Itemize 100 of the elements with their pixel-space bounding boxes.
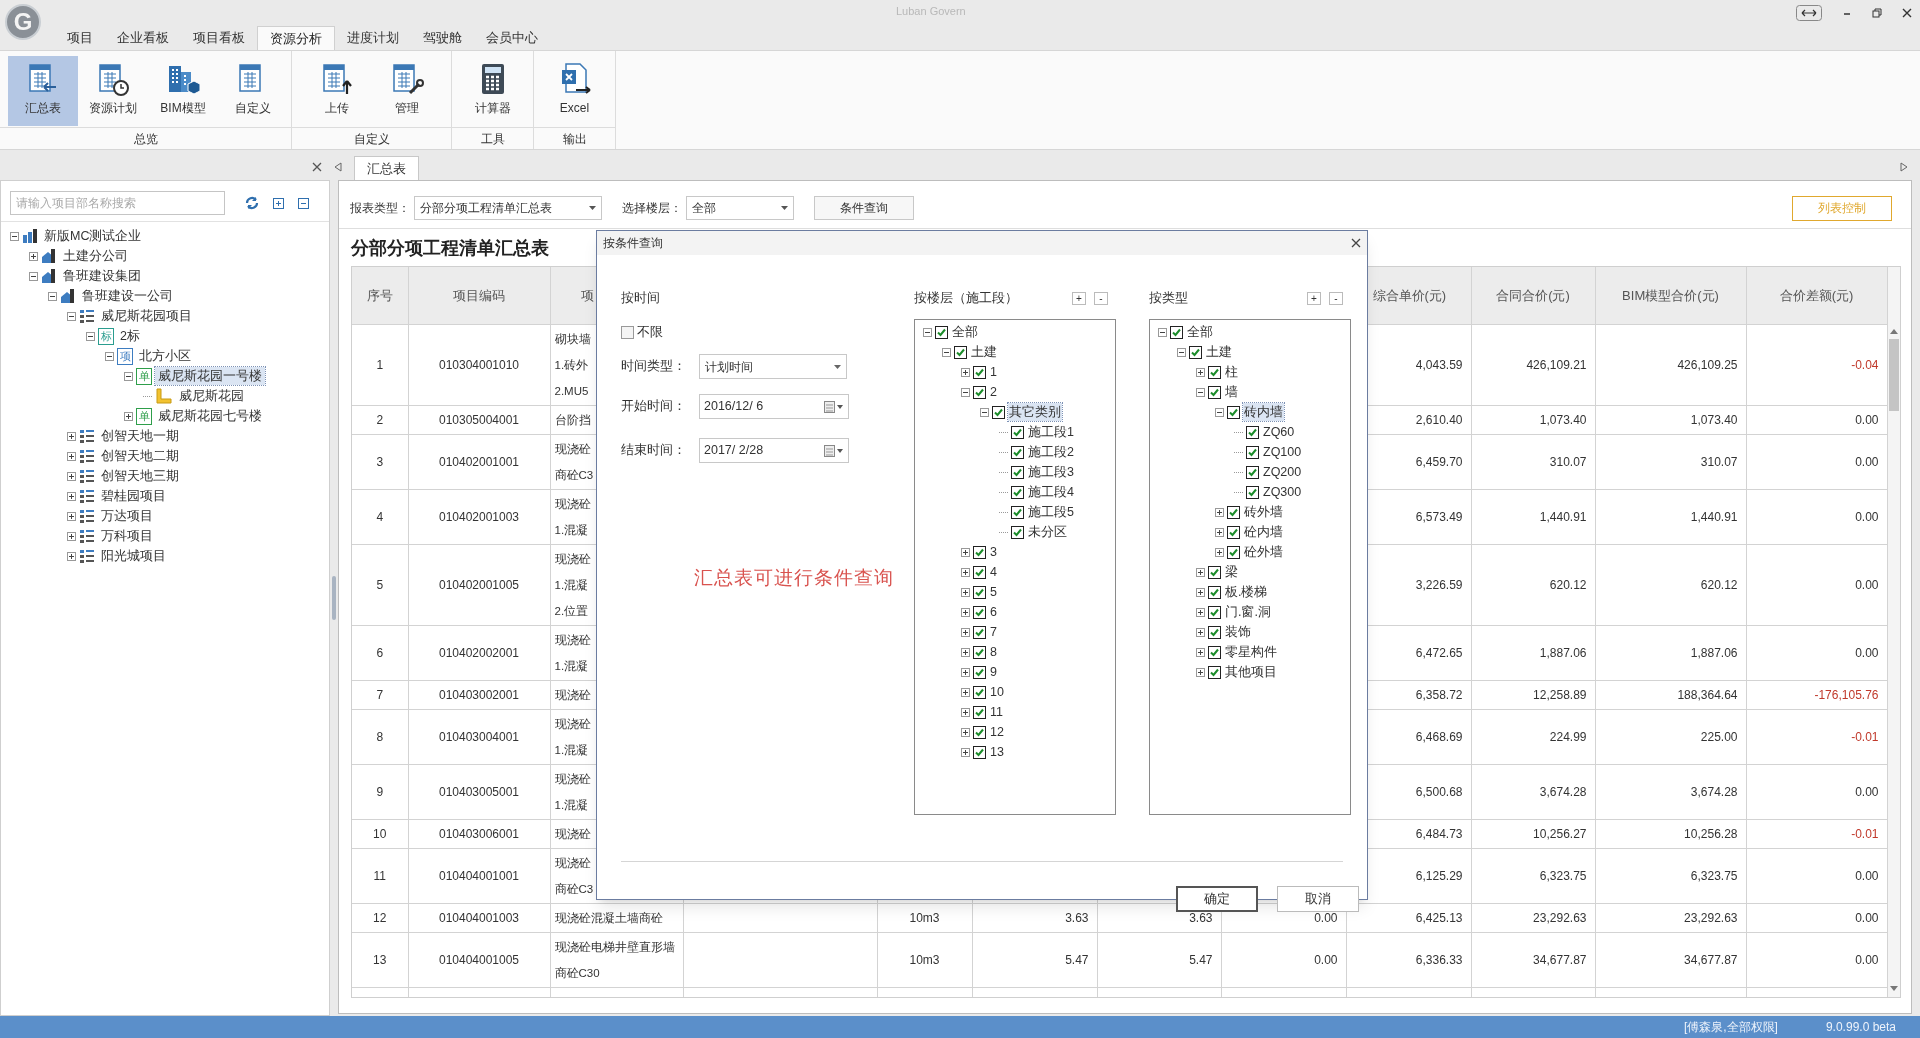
tree-item[interactable]: 土建 <box>1205 342 1233 362</box>
calendar-icon[interactable] <box>824 400 844 413</box>
checkbox[interactable] <box>1011 485 1024 499</box>
tree-item[interactable]: 板.楼梯 <box>1224 582 1269 602</box>
expand-all-icon[interactable] <box>273 197 284 209</box>
expand-icon[interactable] <box>961 727 970 737</box>
tree-item[interactable]: 梁 <box>1224 562 1239 582</box>
ribbon-tab[interactable]: 驾驶舱 <box>411 26 474 50</box>
expand-icon[interactable] <box>67 531 76 541</box>
expand-icon[interactable] <box>67 491 76 501</box>
close-icon[interactable] <box>1351 238 1361 248</box>
tree-item[interactable]: ZQ100 <box>1262 442 1303 462</box>
tree-item[interactable]: 创智天地一期 <box>98 426 182 446</box>
collapse-icon[interactable] <box>942 347 951 357</box>
checkbox[interactable] <box>1208 645 1221 659</box>
tree-item[interactable]: 8 <box>989 642 998 662</box>
tree-item[interactable]: 创智天地三期 <box>98 466 182 486</box>
tree-item[interactable]: 7 <box>989 622 998 642</box>
expand-icon[interactable] <box>1196 627 1205 637</box>
collapse-icon[interactable] <box>1177 347 1186 357</box>
collapse-icon[interactable] <box>1215 407 1224 417</box>
date-field[interactable]: 2017/ 2/28 <box>699 438 849 463</box>
close-icon[interactable] <box>1902 8 1912 18</box>
collapse-all-button[interactable]: - <box>1329 291 1343 305</box>
dialog-button[interactable]: 确定 <box>1176 886 1258 912</box>
tree-item[interactable]: 柱 <box>1224 362 1239 382</box>
checkbox[interactable] <box>1208 385 1221 399</box>
expand-icon[interactable] <box>961 567 970 577</box>
time-type-dropdown[interactable]: 计划时间 <box>699 354 847 379</box>
tree-item[interactable]: 砼外墙 <box>1243 542 1284 562</box>
checkbox[interactable] <box>973 385 986 399</box>
swap-arrows-icon[interactable] <box>1796 5 1822 21</box>
query-button[interactable]: 条件查询 <box>814 196 914 220</box>
tree-item[interactable]: 施工段5 <box>1027 502 1075 522</box>
ribbon-tab[interactable]: 项目 <box>55 26 105 50</box>
tree-item[interactable]: ZQ60 <box>1262 422 1296 442</box>
checkbox[interactable] <box>1246 465 1259 479</box>
ribbon-button[interactable]: 管理 <box>371 56 442 126</box>
checkbox[interactable] <box>1208 625 1221 639</box>
checkbox[interactable] <box>1170 325 1183 339</box>
ribbon-tab[interactable]: 会员中心 <box>474 26 550 50</box>
expand-icon[interactable] <box>124 411 133 421</box>
tree-item[interactable]: 10 <box>989 682 1005 702</box>
checkbox[interactable] <box>1227 545 1240 559</box>
expand-icon[interactable] <box>1196 567 1205 577</box>
expand-icon[interactable] <box>67 451 76 461</box>
expand-icon[interactable] <box>67 511 76 521</box>
dialog-button[interactable]: 取消 <box>1277 886 1359 912</box>
checkbox[interactable] <box>1189 345 1202 359</box>
expand-icon[interactable] <box>1196 587 1205 597</box>
ribbon-button[interactable]: 资源计划 <box>78 56 148 126</box>
ribbon-tab[interactable]: 进度计划 <box>335 26 411 50</box>
checkbox[interactable] <box>1011 465 1024 479</box>
expand-icon[interactable] <box>961 607 970 617</box>
close-icon[interactable] <box>312 161 322 172</box>
expand-all-button[interactable]: + <box>1307 291 1321 305</box>
tree-item[interactable]: 其它类别 <box>1008 402 1062 422</box>
checkbox[interactable] <box>973 365 986 379</box>
expand-icon[interactable] <box>67 471 76 481</box>
tree-item[interactable]: 其他项目 <box>1224 662 1278 682</box>
expand-icon[interactable] <box>67 551 76 561</box>
checkbox[interactable] <box>973 745 986 759</box>
expand-icon[interactable] <box>1196 647 1205 657</box>
checkbox[interactable] <box>621 325 634 339</box>
checkbox[interactable] <box>1227 505 1240 519</box>
search-field[interactable]: 请输入项目部名称搜索 <box>10 191 225 215</box>
tree-item[interactable]: ZQ200 <box>1262 462 1303 482</box>
ribbon-button[interactable]: Excel <box>539 56 610 126</box>
checkbox[interactable] <box>1208 585 1221 599</box>
checkbox[interactable] <box>1011 425 1024 439</box>
tree-item[interactable]: 威尼斯花园七号楼 <box>155 406 265 426</box>
checkbox[interactable] <box>1208 565 1221 579</box>
expand-icon[interactable] <box>961 687 970 697</box>
checkbox[interactable] <box>973 565 986 579</box>
checkbox[interactable] <box>992 405 1005 419</box>
tree-item[interactable]: 未分区 <box>1027 522 1068 542</box>
ribbon-button[interactable]: 计算器 <box>457 56 528 126</box>
tree-item[interactable]: 11 <box>989 702 1004 722</box>
tree-item[interactable]: 碧桂园项目 <box>98 486 169 506</box>
tree-item[interactable]: 9 <box>989 662 998 682</box>
tree-item[interactable]: 威尼斯花园项目 <box>98 306 195 326</box>
checkbox[interactable] <box>1246 425 1259 439</box>
tree-item[interactable]: ZQ300 <box>1262 482 1303 502</box>
tree-item[interactable]: 零星构件 <box>1224 642 1278 662</box>
checkbox[interactable] <box>1208 665 1221 679</box>
expand-icon[interactable] <box>961 587 970 597</box>
tree-item[interactable]: 12 <box>989 722 1005 742</box>
calendar-icon[interactable] <box>824 444 844 457</box>
tree-item[interactable]: 鲁班建设集团 <box>60 266 144 286</box>
scroll-left-icon[interactable] <box>334 162 342 172</box>
tree-item[interactable]: 威尼斯花园一号楼 <box>155 366 265 386</box>
tree-item[interactable]: 全部 <box>951 322 979 342</box>
expand-icon[interactable] <box>1196 667 1205 677</box>
expand-icon[interactable] <box>961 747 970 757</box>
date-field[interactable]: 2016/12/ 6 <box>699 394 849 419</box>
checkbox[interactable] <box>1208 365 1221 379</box>
scroll-thumb[interactable] <box>1888 339 1899 411</box>
expand-icon[interactable] <box>1215 547 1224 557</box>
floor-dropdown[interactable]: 全部 <box>686 196 794 220</box>
tree-item[interactable]: 3 <box>989 542 998 562</box>
